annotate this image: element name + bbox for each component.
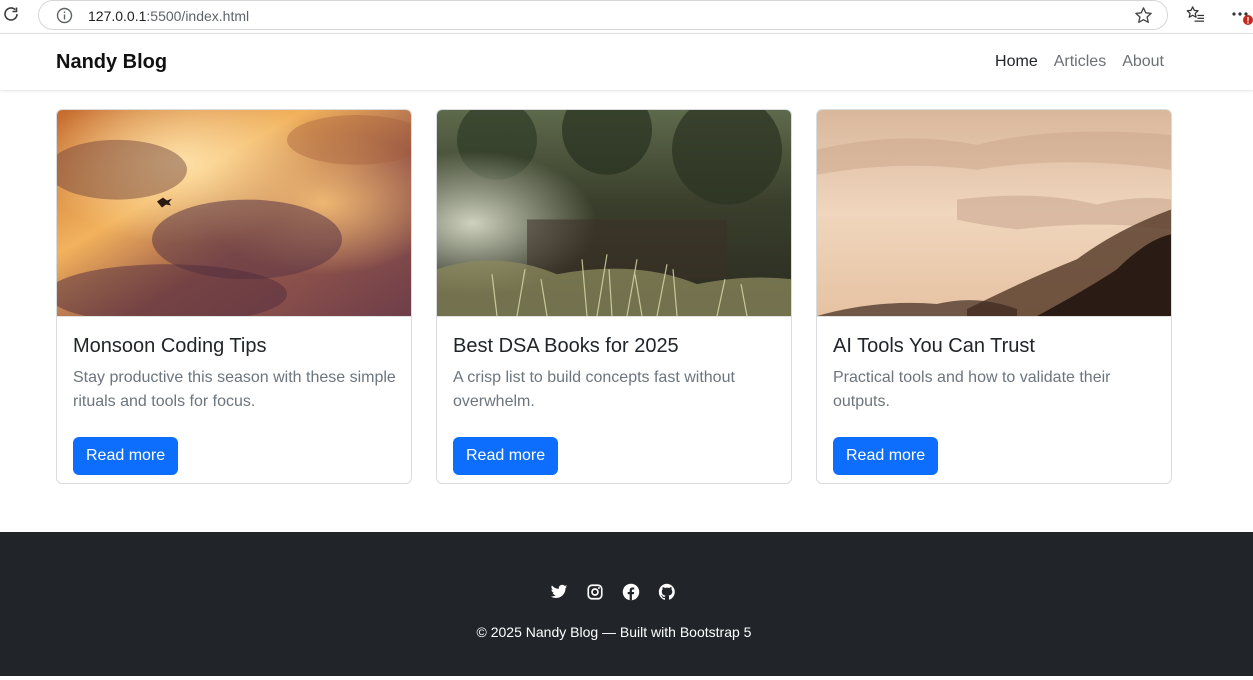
address-bar[interactable]: 127.0.0.1:5500/index.html	[38, 0, 1168, 30]
read-more-button[interactable]: Read more	[73, 437, 179, 475]
read-more-button[interactable]: Read more	[833, 437, 939, 475]
url-path: :5500/index.html	[146, 8, 250, 24]
nav-link-home[interactable]: Home	[995, 53, 1038, 71]
card-title: Monsoon Coding Tips	[73, 335, 267, 357]
article-card: Best DSA Books for 2025 A crisp list to …	[436, 109, 792, 484]
social-links	[550, 583, 676, 601]
card-title: Best DSA Books for 2025	[453, 335, 679, 357]
url-text[interactable]: 127.0.0.1:5500/index.html	[88, 8, 249, 24]
more-menu-icon[interactable]: !	[1230, 6, 1253, 26]
card-text: Stay productive this season with these s…	[73, 369, 396, 410]
read-more-button[interactable]: Read more	[453, 437, 559, 475]
twitter-icon[interactable]	[550, 583, 568, 601]
nav-links: Home Articles About	[995, 53, 1164, 71]
site-footer: © 2025 Nandy Blog — Built with Bootstrap…	[0, 532, 1253, 676]
card-image-grass	[437, 110, 791, 317]
url-host: 127.0.0.1	[88, 8, 147, 24]
browser-toolbar: 127.0.0.1:5500/index.html !	[0, 0, 1253, 34]
menu-badge: !	[1247, 16, 1250, 26]
nav-link-articles[interactable]: Articles	[1054, 53, 1106, 71]
favorites-icon[interactable]	[1186, 5, 1205, 24]
reload-icon[interactable]	[2, 5, 20, 23]
copyright-text: © 2025 Nandy Blog — Built with Bootstrap…	[476, 624, 752, 640]
card-title: AI Tools You Can Trust	[833, 335, 1035, 357]
bookmark-star-icon[interactable]	[1134, 6, 1153, 25]
site-info-icon[interactable]	[56, 7, 73, 24]
github-icon[interactable]	[658, 583, 676, 601]
card-text: Practical tools and how to validate thei…	[833, 369, 1111, 410]
instagram-icon[interactable]	[586, 583, 604, 601]
article-card: Monsoon Coding Tips Stay productive this…	[56, 109, 412, 484]
card-text: A crisp list to build concepts fast with…	[453, 369, 735, 410]
site-navbar: Nandy Blog Home Articles About	[0, 34, 1253, 90]
nav-link-about[interactable]: About	[1122, 53, 1164, 71]
article-card: AI Tools You Can Trust Practical tools a…	[816, 109, 1172, 484]
card-image-sunset	[57, 110, 411, 317]
card-image-mountains	[817, 110, 1171, 317]
brand-logo[interactable]: Nandy Blog	[56, 51, 167, 74]
facebook-icon[interactable]	[622, 583, 640, 601]
